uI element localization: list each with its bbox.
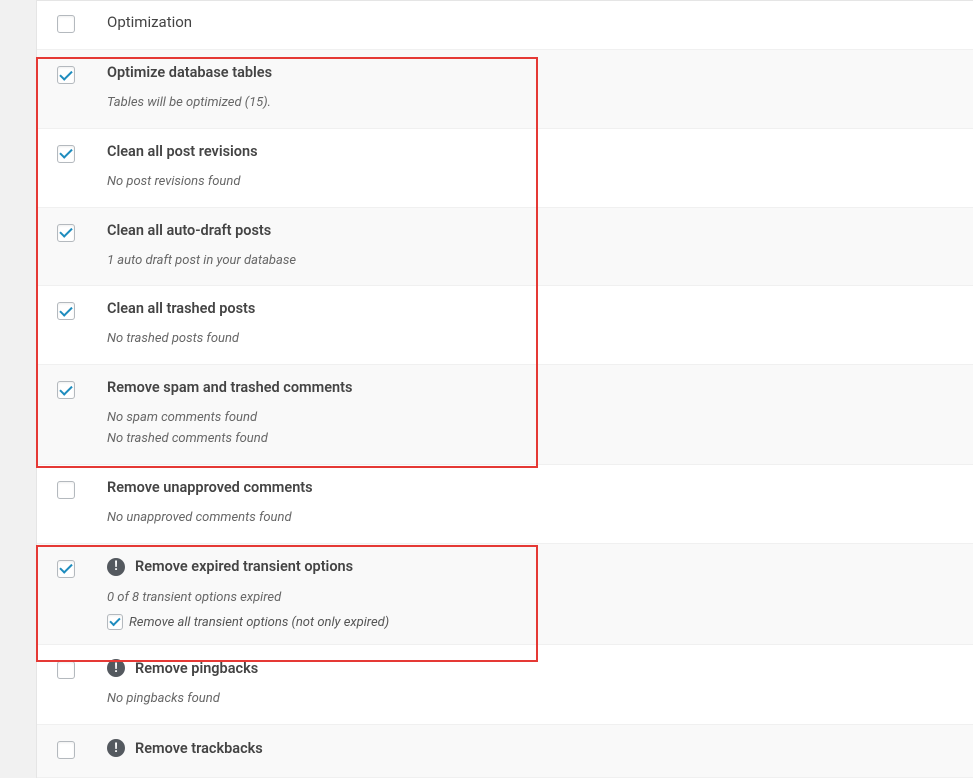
option-subtitle-line: 0 of 8 transient options expired — [107, 588, 953, 609]
option-subtitle-line: No post revisions found — [107, 172, 953, 193]
option-title: Optimize database tables — [107, 64, 953, 81]
checkbox-optimize-db[interactable] — [57, 66, 75, 84]
checkbox-clean-autodraft[interactable] — [57, 224, 75, 242]
checkbox-remove-transient[interactable] — [57, 560, 75, 578]
option-row-remove-pingbacks: ! Remove pingbacks No pingbacks found — [37, 645, 973, 725]
option-title-text: Remove expired transient options — [135, 558, 353, 575]
option-title-text: Remove spam and trashed comments — [107, 379, 352, 396]
checkbox-remove-trackbacks[interactable] — [57, 741, 75, 759]
option-title-text: Remove trackbacks — [135, 740, 263, 757]
option-row-remove-unapproved: Remove unapproved comments No unapproved … — [37, 465, 973, 544]
option-subtitle: Tables will be optimized (15). — [107, 93, 953, 114]
option-subtitle: 0 of 8 transient options expired — [107, 588, 953, 609]
option-row-remove-spam: Remove spam and trashed comments No spam … — [37, 365, 973, 465]
option-title: Clean all auto-draft posts — [107, 222, 953, 239]
checkbox-clean-revisions[interactable] — [57, 145, 75, 163]
option-row-remove-trackbacks: ! Remove trackbacks — [37, 725, 973, 778]
option-title: Remove spam and trashed comments — [107, 379, 953, 396]
option-row-clean-trashed: Clean all trashed posts No trashed posts … — [37, 286, 973, 365]
option-subtitle: No unapproved comments found — [107, 508, 953, 529]
sub-option-checkbox[interactable] — [107, 614, 123, 630]
option-title: ! Remove trackbacks — [107, 739, 953, 757]
option-title-text: Clean all post revisions — [107, 143, 258, 160]
option-subtitle-line: Tables will be optimized (15). — [107, 93, 953, 114]
option-subtitle-line: No spam comments found — [107, 408, 953, 429]
option-subtitle: 1 auto draft post in your database — [107, 251, 953, 272]
option-row-optimize-db: Optimize database tables Tables will be o… — [37, 50, 973, 129]
option-title-text: Remove pingbacks — [135, 660, 258, 677]
option-subtitle-line: No trashed posts found — [107, 329, 953, 350]
option-subtitle-line: 1 auto draft post in your database — [107, 251, 953, 272]
option-title-text: Optimize database tables — [107, 64, 272, 81]
header-title: Optimization — [107, 13, 192, 31]
option-title: Clean all trashed posts — [107, 300, 953, 317]
checkbox-remove-pingbacks[interactable] — [57, 661, 75, 679]
option-subtitle-line: No unapproved comments found — [107, 508, 953, 529]
option-subtitle-line: No pingbacks found — [107, 689, 953, 710]
option-subtitle: No spam comments foundNo trashed comment… — [107, 408, 953, 450]
optimization-panel: Optimization Optimize database tables Tab… — [36, 0, 973, 778]
option-subtitle: No post revisions found — [107, 172, 953, 193]
header-row: Optimization — [37, 1, 973, 50]
option-subtitle-line: No trashed comments found — [107, 429, 953, 450]
option-row-remove-transient: ! Remove expired transient options 0 of 8 … — [37, 544, 973, 646]
checkbox-remove-spam[interactable] — [57, 381, 75, 399]
warning-icon: ! — [107, 558, 125, 576]
option-title-text: Remove unapproved comments — [107, 479, 313, 496]
warning-icon: ! — [107, 659, 125, 677]
option-title-text: Clean all trashed posts — [107, 300, 255, 317]
option-row-clean-revisions: Clean all post revisions No post revision… — [37, 129, 973, 208]
warning-icon: ! — [107, 739, 125, 757]
option-row-clean-autodraft: Clean all auto-draft posts 1 auto draft p… — [37, 208, 973, 287]
option-title: Clean all post revisions — [107, 143, 953, 160]
select-all-checkbox[interactable] — [57, 15, 75, 33]
option-title: ! Remove expired transient options — [107, 558, 953, 576]
option-title: Remove unapproved comments — [107, 479, 953, 496]
option-title-text: Clean all auto-draft posts — [107, 222, 271, 239]
checkbox-clean-trashed[interactable] — [57, 302, 75, 320]
option-title: ! Remove pingbacks — [107, 659, 953, 677]
sub-option-label: Remove all transient options (not only e… — [129, 615, 389, 630]
option-subtitle: No trashed posts found — [107, 329, 953, 350]
sub-option: Remove all transient options (not only e… — [107, 614, 953, 630]
option-subtitle: No pingbacks found — [107, 689, 953, 710]
checkbox-remove-unapproved[interactable] — [57, 481, 75, 499]
